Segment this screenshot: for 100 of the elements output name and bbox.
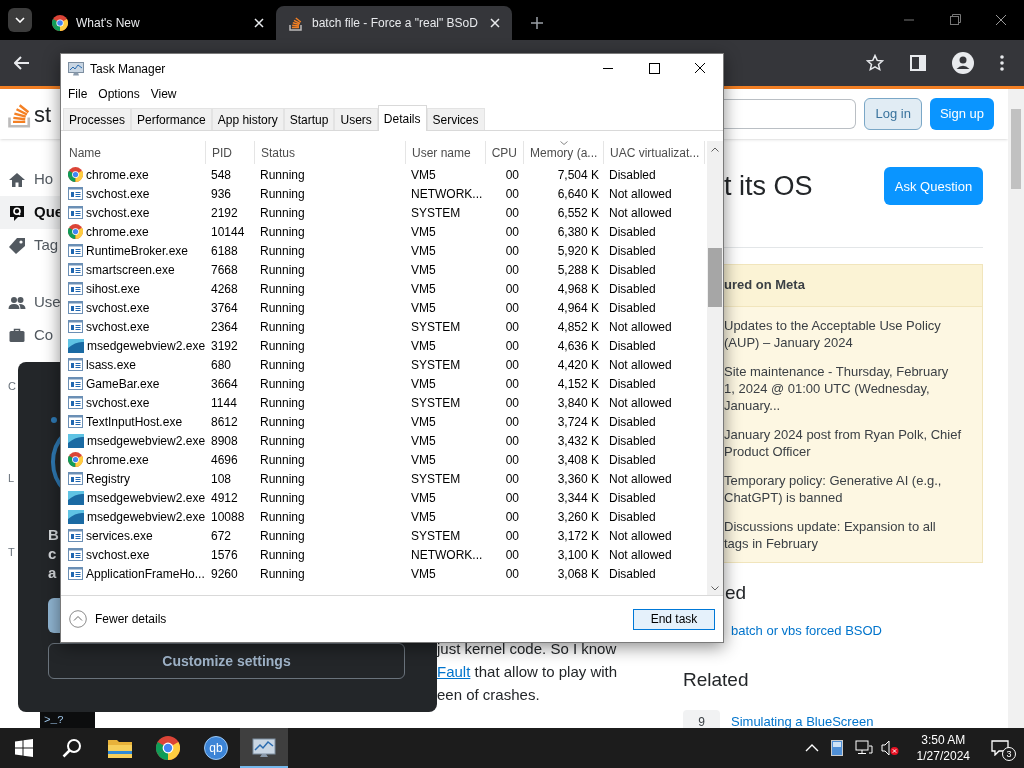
tab[interactable]: Users	[334, 108, 378, 130]
side-panel-icon[interactable]	[910, 55, 926, 71]
table-cell-text: Disabled	[609, 508, 656, 526]
tab[interactable]: Processes	[63, 108, 132, 130]
accept-button[interactable]	[48, 598, 60, 633]
browser-tab[interactable]: batch file - Force a "real" BSoD	[276, 6, 512, 40]
table-cell-text: 00	[505, 546, 519, 564]
table-cell-text: msedgewebview2.exe	[87, 432, 206, 450]
table-cell-text: 00	[505, 280, 519, 298]
related-question-link[interactable]: Simulating a BlueScreen	[731, 712, 874, 732]
table-cell-text: Disabled	[609, 451, 656, 469]
fault-link[interactable]: Fault	[437, 663, 471, 680]
nav-item[interactable]: Ho	[0, 163, 60, 196]
table-cell-text: 3,724 K	[557, 413, 599, 431]
menu-icon[interactable]	[1000, 55, 1004, 71]
table-cell-text: 4696	[211, 451, 238, 469]
end-task-button[interactable]: End task	[633, 608, 715, 630]
table-cell-text: Running	[260, 242, 305, 260]
column-header[interactable]: CPU	[486, 141, 524, 164]
close-icon[interactable]	[490, 18, 500, 28]
fewer-details-link[interactable]: Fewer details	[95, 610, 167, 628]
new-tab-icon[interactable]	[530, 16, 544, 30]
table-cell-text: Running	[260, 223, 305, 241]
table-scrollbar[interactable]	[707, 141, 723, 595]
taskbar-app-button[interactable]	[240, 728, 288, 768]
window-icon	[68, 244, 83, 257]
table-cell-text: 3,344 K	[557, 489, 599, 507]
chrome-icon	[52, 15, 68, 31]
nav-item[interactable]: Co	[0, 319, 60, 352]
window-icon	[68, 396, 83, 409]
column-header[interactable]: User name	[406, 141, 486, 164]
muted-speaker-icon[interactable]	[880, 740, 899, 756]
nav-item[interactable]: Tag	[0, 229, 60, 262]
login-button[interactable]: Log in	[864, 98, 922, 130]
table-cell-text: Not allowed	[609, 356, 672, 374]
table-cell-text: 2192	[211, 204, 238, 222]
table-cell-text: 3,408 K	[557, 451, 599, 469]
table-cell-text: VM5	[411, 223, 436, 241]
tray-app-icon[interactable]	[830, 740, 843, 756]
featured-link[interactable]: Temporary policy: Generative AI (e.g., ChatGPT) is banned	[724, 471, 982, 506]
column-header[interactable]: Name	[63, 141, 206, 164]
network-icon[interactable]	[854, 740, 873, 756]
window-icon	[68, 567, 83, 580]
tab-list-button[interactable]	[8, 8, 32, 32]
featured-link[interactable]: Site maintenance - Thursday, February 1, 2024 @ 01:00 UTC (Wednesday, January...	[724, 362, 982, 414]
tab[interactable]: App history	[211, 108, 284, 130]
chevron-up-icon[interactable]	[804, 744, 819, 752]
window-icon	[68, 282, 83, 295]
window-icon	[68, 548, 83, 561]
featured-link[interactable]: Updates to the Acceptable Use Policy (AUP) – January 2024	[724, 316, 982, 351]
table-cell-text: 108	[211, 470, 232, 488]
menu-item[interactable]: Options	[93, 85, 145, 103]
featured-link[interactable]: January 2024 post from Ryan Polk, Chief Product Officer	[724, 425, 982, 460]
customize-settings-button[interactable]: Customize settings	[48, 643, 405, 679]
table-cell-text: services.exe	[86, 527, 153, 545]
window-icon	[68, 187, 83, 200]
table-cell-text: 680	[211, 356, 232, 374]
table-cell-text: 00	[505, 470, 519, 488]
column-header[interactable]: Status	[255, 141, 406, 164]
back-arrow-icon[interactable]	[14, 56, 30, 70]
nav-heading: C	[8, 379, 16, 394]
column-header[interactable]: PID	[206, 141, 255, 164]
profile-icon[interactable]	[952, 52, 974, 74]
nav-item[interactable]: Use	[0, 286, 60, 319]
tab[interactable]: Services	[426, 108, 485, 130]
table-cell-text: VM5	[411, 337, 436, 355]
scrollbar-thumb[interactable]	[1011, 109, 1021, 189]
table-cell-text: Running	[260, 527, 305, 545]
star-icon[interactable]	[866, 54, 884, 72]
table-cell-text: Running	[260, 185, 305, 203]
table-cell-text: SYSTEM	[411, 318, 461, 336]
close-icon[interactable]	[254, 18, 264, 28]
linked-heading: ed	[725, 580, 747, 605]
window-icon	[68, 263, 83, 276]
clock-date: 1/27/2024	[916, 748, 970, 764]
scroll-down-icon[interactable]	[711, 586, 719, 591]
table-cell-text: Running	[260, 394, 305, 412]
column-header[interactable]: UAC virtualizat...	[604, 141, 705, 164]
menu-item[interactable]: View	[145, 85, 182, 103]
table-cell-text: Disabled	[609, 299, 656, 317]
table-cell-text: 00	[505, 432, 519, 450]
menu-item[interactable]: File	[63, 85, 93, 103]
column-header[interactable]: Memory (a...	[524, 141, 604, 164]
notifications-button[interactable]: 3	[976, 728, 1024, 768]
featured-link[interactable]: Discussions update: Expansion to all tags in February	[724, 517, 982, 552]
scroll-up-icon[interactable]	[711, 147, 719, 152]
chevron-up-circle-icon[interactable]	[69, 610, 87, 628]
taskbar-app-button[interactable]: qb	[192, 728, 240, 768]
monitor-chart-icon	[68, 61, 84, 76]
table-cell-text: 5,288 K	[557, 261, 599, 279]
table-cell-text: ApplicationFrameHo...	[86, 565, 205, 583]
table-cell-text: svchost.exe	[86, 299, 150, 317]
table-cell-text: Disabled	[609, 166, 656, 184]
tab[interactable]: Performance	[131, 108, 212, 130]
linked-question-link[interactable]: batch or vbs forced BSOD	[731, 621, 882, 641]
page-scrollbar[interactable]	[1008, 89, 1024, 728]
tab[interactable]: Startup	[283, 108, 335, 130]
tab[interactable]: Details	[377, 105, 427, 131]
table-cell-text: Disabled	[609, 432, 656, 450]
scrollbar-thumb[interactable]	[708, 248, 722, 307]
